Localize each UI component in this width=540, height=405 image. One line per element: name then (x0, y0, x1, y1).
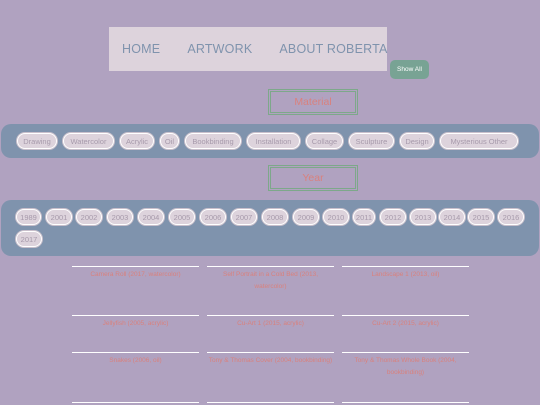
material-chip[interactable]: Acrylic (120, 133, 154, 149)
artwork-caption[interactable]: Jellyfish (2005, acrylic) (72, 318, 199, 330)
material-heading: Material (268, 89, 358, 115)
artwork-divider (342, 402, 469, 403)
year-chip[interactable]: 2009 (293, 209, 319, 225)
artwork-divider (207, 352, 334, 353)
material-chip[interactable]: Mysterious Other (440, 133, 518, 149)
year-chip[interactable]: 2008 (262, 209, 288, 225)
nav-home-link[interactable]: HOME (122, 42, 160, 56)
year-chip[interactable]: 2014 (439, 209, 465, 225)
artwork-caption[interactable]: Tony & Thomas Cover (2004, bookbinding) (207, 355, 334, 367)
nav-about-link[interactable]: ABOUT ROBERTA (279, 42, 387, 56)
material-chip[interactable]: Sculpture (349, 133, 394, 149)
artwork-divider (72, 402, 199, 403)
year-chip[interactable]: 2002 (76, 209, 102, 225)
material-chip[interactable]: Oil (160, 133, 179, 149)
year-chip[interactable]: 2003 (107, 209, 133, 225)
artwork-caption[interactable]: Cu-Art 2 (2015, acrylic) (342, 318, 469, 330)
year-chip[interactable]: 2012 (380, 209, 406, 225)
artwork-divider (72, 315, 199, 316)
artwork-caption[interactable]: Cu-Art 1 (2015, acrylic) (207, 318, 334, 330)
material-chip[interactable]: Design (400, 133, 434, 149)
artwork-divider (207, 266, 334, 267)
artwork-divider (342, 352, 469, 353)
top-nav: HOME ARTWORK ABOUT ROBERTA (109, 27, 387, 71)
artwork-divider (72, 266, 199, 267)
material-chip[interactable]: Installation (247, 133, 300, 149)
year-chip[interactable]: 2004 (138, 209, 164, 225)
material-chip[interactable]: Watercolor (63, 133, 114, 149)
material-filter-bar: Drawing Watercolor Acrylic Oil Bookbindi… (1, 124, 539, 158)
year-chip[interactable]: 2017 (16, 231, 42, 247)
artwork-caption[interactable]: Camera Roll (2017, watercolor) (72, 269, 199, 281)
artwork-caption[interactable]: Self Portrait in a Cold Bed (2013, water… (207, 269, 334, 293)
year-chip[interactable]: 2015 (468, 209, 494, 225)
artwork-divider (342, 315, 469, 316)
material-chip[interactable]: Bookbinding (185, 133, 241, 149)
artwork-divider (207, 315, 334, 316)
artwork-divider (207, 402, 334, 403)
material-chip[interactable]: Collage (306, 133, 343, 149)
year-filter-bar: 1989 2001 2002 2003 2004 2005 2006 2007 … (1, 200, 539, 256)
artwork-caption[interactable]: Snakes (2006, oil) (72, 355, 199, 367)
artwork-caption[interactable]: Tony & Thomas Whole Book (2004, bookbind… (342, 355, 469, 379)
artwork-caption[interactable]: Landscape 1 (2013, oil) (342, 269, 469, 281)
year-chip[interactable]: 2016 (498, 209, 524, 225)
nav-artwork-link[interactable]: ARTWORK (187, 42, 252, 56)
show-all-button[interactable]: Show All (390, 60, 429, 79)
year-chip[interactable]: 1989 (16, 209, 41, 225)
artwork-divider (342, 266, 469, 267)
year-chip[interactable]: 2011 (353, 209, 375, 225)
artwork-divider (72, 352, 199, 353)
year-heading: Year (268, 165, 358, 191)
material-chip[interactable]: Drawing (17, 133, 57, 149)
year-chip[interactable]: 2010 (323, 209, 349, 225)
year-chip[interactable]: 2005 (169, 209, 195, 225)
year-chip[interactable]: 2001 (46, 209, 72, 225)
year-chip[interactable]: 2007 (231, 209, 257, 225)
year-chip[interactable]: 2013 (410, 209, 436, 225)
year-chip[interactable]: 2006 (200, 209, 226, 225)
